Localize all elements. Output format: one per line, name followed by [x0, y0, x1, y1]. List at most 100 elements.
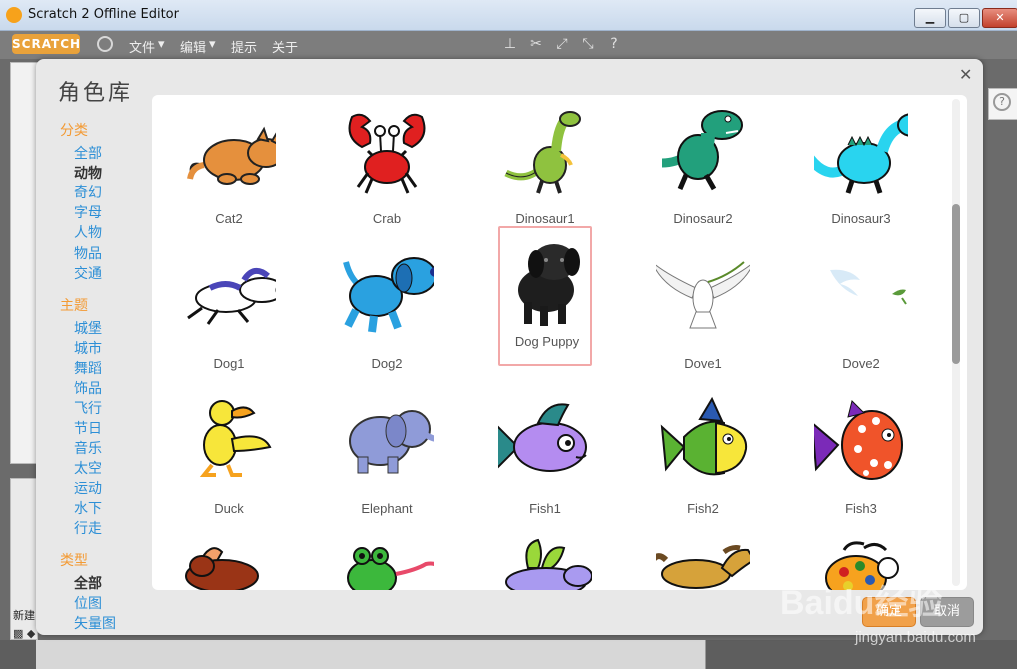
theme-sports[interactable]: 运动 — [74, 478, 102, 498]
sprite-name: Dinosaur1 — [515, 211, 575, 226]
category-animals[interactable]: 动物 — [74, 163, 102, 183]
close-dialog-icon[interactable]: ✕ — [959, 65, 972, 84]
scratch-cat-icon — [6, 7, 22, 23]
sprite-name: Dog2 — [371, 356, 403, 371]
minimize-button[interactable]: ▁ — [914, 8, 946, 28]
sprite-name: Fish1 — [529, 501, 561, 516]
sprite-name: Cat2 — [215, 211, 243, 226]
sprite-tile-dog-puppy[interactable]: Dog Puppy — [498, 226, 592, 366]
baidu-watermark: Baidu经验 — [780, 584, 943, 622]
maximize-button[interactable]: ▢ — [948, 8, 980, 28]
fish3-thumbnail — [814, 400, 903, 480]
shrink-icon[interactable]: ⤡ — [580, 36, 596, 52]
menu-tips[interactable]: 提示 — [231, 37, 257, 56]
category-people[interactable]: 人物 — [74, 222, 102, 242]
menu-file[interactable]: 文件 — [129, 37, 155, 56]
sprite-tile-fox[interactable] — [182, 538, 276, 590]
theme-underwater[interactable]: 水下 — [74, 498, 102, 518]
sprite-tile-duck[interactable]: Duck — [182, 393, 276, 533]
sprite-tile-dove2[interactable]: Dove2 — [814, 248, 908, 388]
sprite-tile-horse[interactable] — [656, 538, 750, 590]
dialog-title: 角色库 — [58, 81, 134, 106]
duck-thumbnail — [199, 400, 272, 477]
category-heading: 分类 — [60, 123, 88, 139]
scratch-logo[interactable]: SCRATCH — [12, 34, 80, 54]
theme-castle[interactable]: 城堡 — [74, 318, 102, 338]
dog2-thumbnail — [343, 257, 434, 333]
help-bubble-icon[interactable]: ? — [993, 93, 1011, 111]
sprite-tile-dinosaur3[interactable]: Dinosaur3 — [814, 103, 908, 243]
sprite-name: Fish3 — [845, 501, 877, 516]
dove1-thumbnail — [656, 261, 750, 329]
category-transportation[interactable]: 交通 — [74, 263, 102, 283]
sprite-tile-fish2[interactable]: Fish2 — [656, 393, 750, 533]
sprite-tile-frog[interactable] — [340, 538, 434, 590]
type-bitmap[interactable]: 位图 — [74, 593, 102, 613]
dog1-thumbnail — [187, 267, 276, 325]
theme-heading: 主题 — [60, 298, 88, 314]
sprite-tile-dog1[interactable]: Dog1 — [182, 248, 276, 388]
sprite-tile-dinosaur1[interactable]: Dinosaur1 — [498, 103, 592, 243]
fox-thumbnail — [185, 547, 259, 590]
window-title: Scratch 2 Offline Editor — [28, 7, 179, 22]
delete-scissors-icon[interactable]: ✂ — [528, 36, 544, 52]
sprite-tile-fish1[interactable]: Fish1 — [498, 393, 592, 533]
sprite-name: Crab — [372, 211, 402, 226]
fish1-thumbnail — [498, 403, 587, 472]
category-letters[interactable]: 字母 — [74, 202, 102, 222]
menu-about[interactable]: 关于 — [272, 37, 298, 56]
sprite-library-dialog: 角色库 ✕ 分类 全部 动物 奇幻 字母 人物 物品 交通 主题 城堡 城市 舞… — [36, 59, 983, 635]
hippo-thumbnail — [505, 538, 592, 590]
theme-space[interactable]: 太空 — [74, 458, 102, 478]
library-scrollbar[interactable] — [952, 99, 960, 586]
type-vector[interactable]: 矢量图 — [74, 613, 116, 633]
theme-dance[interactable]: 舞蹈 — [74, 358, 102, 378]
elephant-thumbnail — [349, 410, 434, 474]
horse-thumbnail — [656, 545, 750, 589]
sprite-tile-dinosaur2[interactable]: Dinosaur2 — [656, 103, 750, 243]
type-all[interactable]: 全部 — [74, 573, 102, 593]
sprite-name: Dog1 — [213, 356, 245, 371]
dinosaur3-thumbnail — [814, 113, 908, 194]
close-window-button[interactable]: ✕ — [982, 8, 1017, 28]
grow-icon[interactable]: ⤢ — [554, 36, 570, 52]
category-all[interactable]: 全部 — [74, 143, 102, 163]
paint-sprite-icon[interactable]: ▩ ◆ — [13, 627, 35, 640]
sprite-name: Dinosaur3 — [831, 211, 891, 226]
sprite-name: Dove2 — [842, 356, 880, 371]
theme-city[interactable]: 城市 — [74, 338, 102, 358]
fish2-thumbnail — [660, 396, 748, 476]
frog-thumbnail — [347, 547, 434, 590]
sprite-tile-elephant[interactable]: Elephant — [340, 393, 434, 533]
theme-holiday[interactable]: 节日 — [74, 418, 102, 438]
menu-edit[interactable]: 编辑 — [180, 37, 206, 56]
menubar: SCRATCH 文件 ▾ 编辑 ▾ 提示 关于 ⊥ ✂ ⤢ ⤡ ? — [0, 31, 1017, 59]
sprite-tile-dove1[interactable]: Dove1 — [656, 248, 750, 388]
crab-thumbnail — [348, 113, 426, 194]
dove2-thumbnail — [830, 269, 907, 305]
category-things[interactable]: 物品 — [74, 243, 102, 263]
sprite-tile-crab[interactable]: Crab — [340, 103, 434, 243]
sprite-tile-cat2[interactable]: Cat2 — [182, 103, 276, 243]
stage-area-edge — [10, 62, 38, 464]
sprite-tile-fish3[interactable]: Fish3 — [814, 393, 908, 533]
sprite-grid: Cat2 Crab Dinosaur1 Dinosaur2 Dinosaur3 … — [152, 95, 967, 590]
sprite-tile-dog2[interactable]: Dog2 — [340, 248, 434, 388]
theme-music[interactable]: 音乐 — [74, 438, 102, 458]
duplicate-stamp-icon[interactable]: ⊥ — [502, 36, 518, 52]
sprite-tile-hippo[interactable] — [498, 538, 592, 590]
library-scrollbar-thumb[interactable] — [952, 204, 960, 364]
sprite-name: Dinosaur2 — [673, 211, 733, 226]
dinosaur2-thumbnail — [661, 110, 743, 191]
theme-flying[interactable]: 飞行 — [74, 398, 102, 418]
window-titlebar: Scratch 2 Offline Editor ▁ ▢ ✕ — [0, 0, 1017, 31]
theme-dress-up[interactable]: 饰品 — [74, 378, 102, 398]
sprite-name: Elephant — [361, 501, 413, 516]
cat2-thumbnail — [187, 126, 276, 185]
language-globe-icon[interactable] — [97, 36, 113, 52]
category-fantasy[interactable]: 奇幻 — [74, 182, 102, 202]
menu-edit-arrow-icon: ▾ — [209, 37, 216, 52]
theme-walking[interactable]: 行走 — [74, 518, 102, 538]
sprite-name: Dog Puppy — [514, 334, 580, 349]
help-question-icon[interactable]: ? — [606, 36, 622, 52]
